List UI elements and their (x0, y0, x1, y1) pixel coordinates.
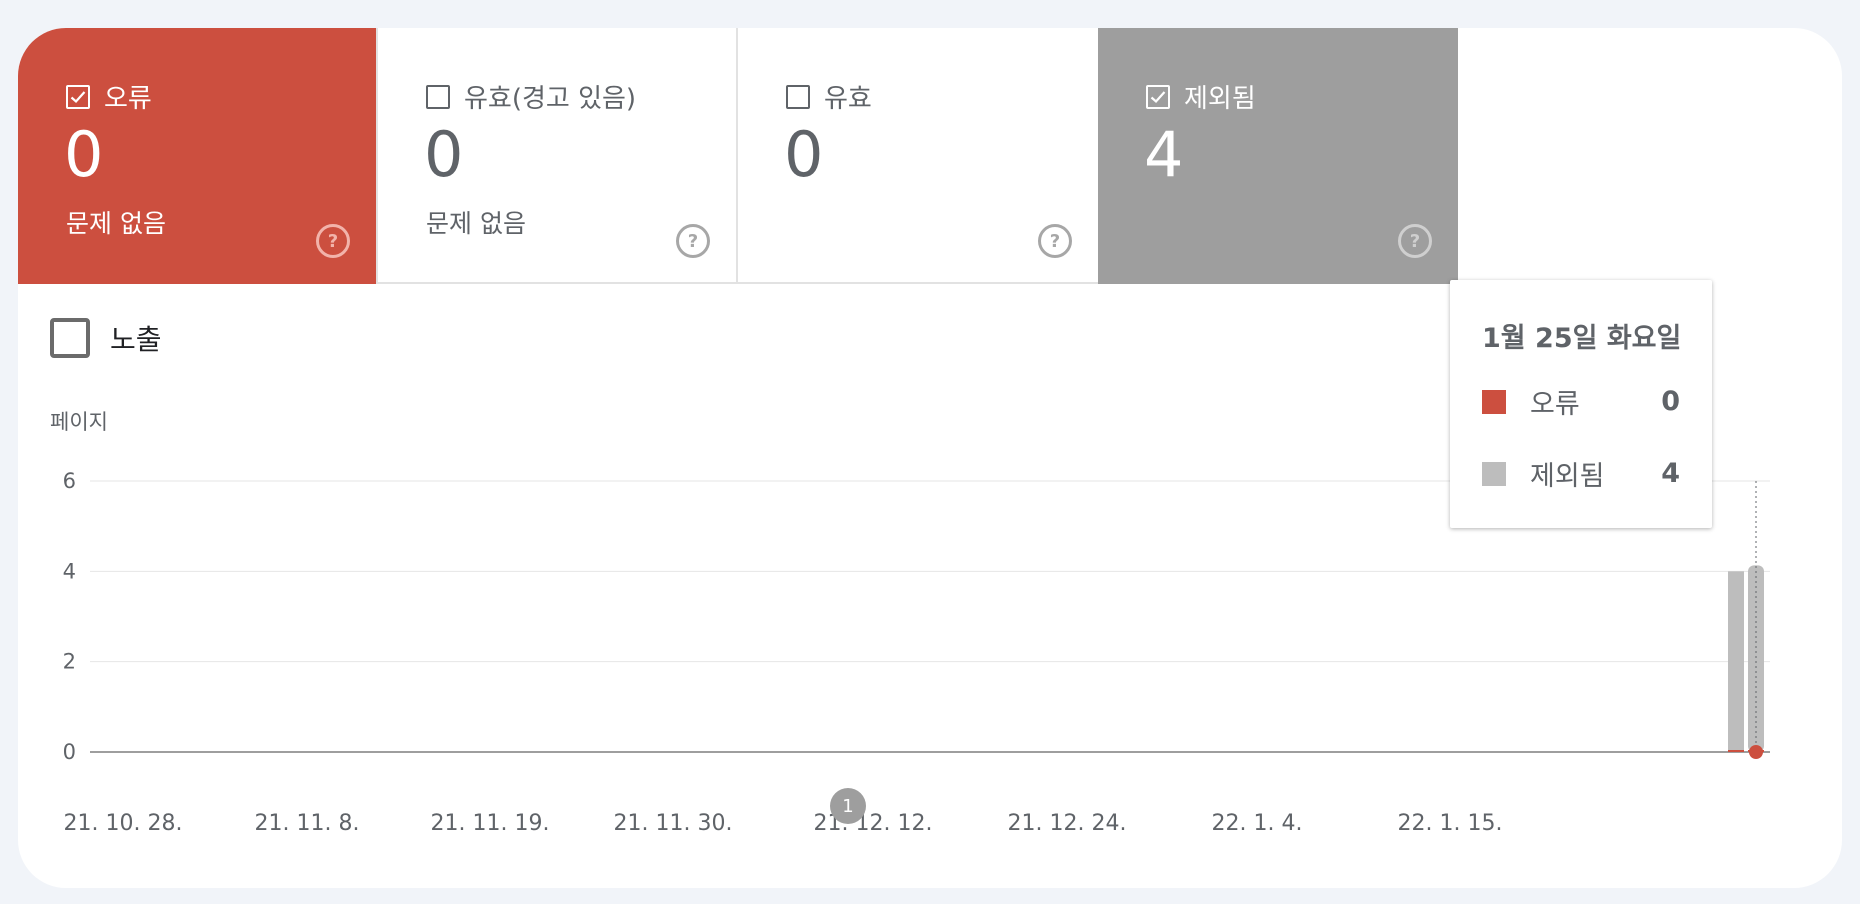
tile-value: 0 (784, 118, 824, 191)
y-tick-label: 0 (63, 740, 76, 764)
bar-error (1728, 750, 1744, 752)
tile-subtitle: 문제 없음 (66, 209, 166, 238)
hover-point (1749, 745, 1763, 759)
coverage-card: 오류 0 문제 없음 ? 유효(경고 있음) 0 문제 없음 ? 유효 0 ? (18, 28, 1842, 888)
help-icon[interactable]: ? (1398, 224, 1432, 258)
status-tiles: 오류 0 문제 없음 ? 유효(경고 있음) 0 문제 없음 ? 유효 0 ? (18, 28, 1458, 284)
tile-value: 0 (64, 118, 104, 191)
y-tick-label: 6 (63, 469, 76, 493)
tooltip-label: 오류 (1530, 389, 1580, 420)
tooltip-date: 1월 25일 화요일 (1482, 323, 1682, 354)
x-tick-label: 22. 1. 4. (1212, 811, 1303, 836)
impressions-toggle[interactable]: 노출 (50, 318, 162, 358)
tile-error[interactable]: 오류 0 문제 없음 ? (18, 28, 378, 284)
tile-valid-warning[interactable]: 유효(경고 있음) 0 문제 없음 ? (378, 28, 738, 284)
x-tick-label: 22. 1. 15. (1398, 811, 1503, 836)
annotation-marker[interactable]: 1 (830, 788, 866, 824)
tile-value: 4 (1144, 118, 1184, 191)
help-icon[interactable]: ? (676, 224, 710, 258)
tooltip-label: 제외됨 (1530, 461, 1605, 492)
tile-label: 유효(경고 있음) (464, 84, 637, 114)
x-tick-label: 21. 11. 8. (255, 811, 360, 836)
tooltip-row-excluded: 제외됨 4 (1482, 454, 1680, 493)
impressions-label: 노출 (110, 323, 162, 356)
checkbox-icon[interactable] (426, 84, 450, 109)
tile-value: 0 (424, 118, 464, 191)
checkbox-icon[interactable] (50, 318, 90, 358)
bar-excluded (1728, 571, 1744, 752)
tooltip-row-error: 오류 0 (1482, 382, 1680, 421)
x-tick-label: 21. 11. 19. (431, 811, 550, 836)
tile-excluded[interactable]: 제외됨 4 ? (1098, 28, 1458, 284)
y-tick-label: 4 (63, 559, 76, 583)
x-tick-label: 21. 12. 24. (1008, 811, 1127, 836)
tile-label: 유효 (824, 84, 872, 114)
chart-tooltip: 1월 25일 화요일 오류 0 제외됨 4 (1450, 280, 1712, 528)
y-tick-label: 2 (63, 650, 76, 674)
tile-subtitle: 문제 없음 (426, 209, 526, 238)
tile-valid[interactable]: 유효 0 ? (738, 28, 1098, 284)
legend-swatch (1482, 389, 1506, 414)
bar-excluded (1748, 565, 1764, 752)
check-icon[interactable] (1146, 84, 1170, 109)
help-icon[interactable]: ? (316, 224, 350, 258)
x-tick-label: 21. 10. 28. (64, 811, 183, 836)
legend-swatch (1482, 461, 1506, 486)
tooltip-value: 0 (1661, 386, 1680, 417)
check-icon[interactable] (66, 84, 90, 109)
help-icon[interactable]: ? (1038, 224, 1072, 258)
tooltip-value: 4 (1661, 458, 1680, 489)
tile-label: 제외됨 (1184, 84, 1256, 114)
tile-label: 오류 (104, 84, 152, 114)
checkbox-icon[interactable] (786, 84, 810, 109)
x-tick-label: 21. 11. 30. (614, 811, 733, 836)
